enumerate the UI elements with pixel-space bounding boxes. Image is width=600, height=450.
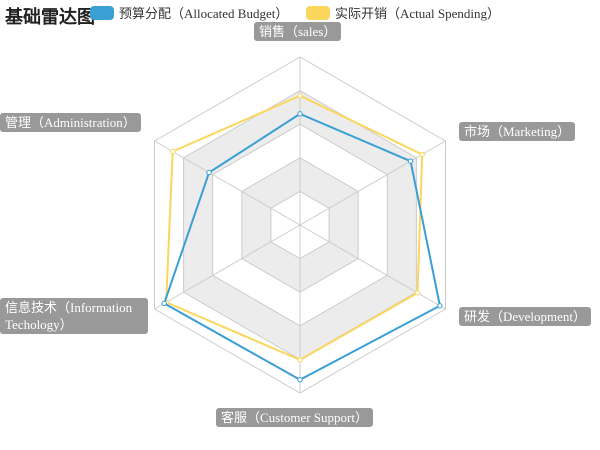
legend-item-actual-spending[interactable]: 实际开销（Actual Spending） xyxy=(306,3,500,22)
axis-label-information-technology: 信息技术（Information Techology） xyxy=(0,298,148,334)
legend-item-allocated-budget[interactable]: 预算分配（Allocated Budget） xyxy=(90,3,288,22)
axis-label-marketing: 市场（Marketing） xyxy=(459,122,576,141)
data-point xyxy=(206,169,212,176)
data-point xyxy=(169,148,176,155)
legend-swatch-icon xyxy=(90,5,114,20)
data-point xyxy=(414,290,421,296)
chart-title: 基础雷达图 xyxy=(5,7,95,27)
data-point xyxy=(407,158,414,164)
data-point xyxy=(297,111,303,117)
data-point xyxy=(419,151,425,158)
data-point xyxy=(437,303,443,309)
axis-label-administration: 管理（Administration） xyxy=(0,113,141,132)
legend-label: 预算分配（Allocated Budget） xyxy=(119,6,289,21)
radar-chart xyxy=(154,56,446,394)
axis-label-development: 研发（Development） xyxy=(459,307,592,326)
legend-label: 实际开销（Actual Spending） xyxy=(335,6,501,21)
data-point xyxy=(297,377,303,383)
data-point xyxy=(297,93,303,99)
legend-swatch-icon xyxy=(306,5,330,20)
data-point xyxy=(161,300,167,307)
data-point xyxy=(297,357,303,363)
axis-label-customer-support: 客服（Customer Support） xyxy=(216,408,373,427)
axis-label-sales: 销售（sales） xyxy=(254,22,342,41)
